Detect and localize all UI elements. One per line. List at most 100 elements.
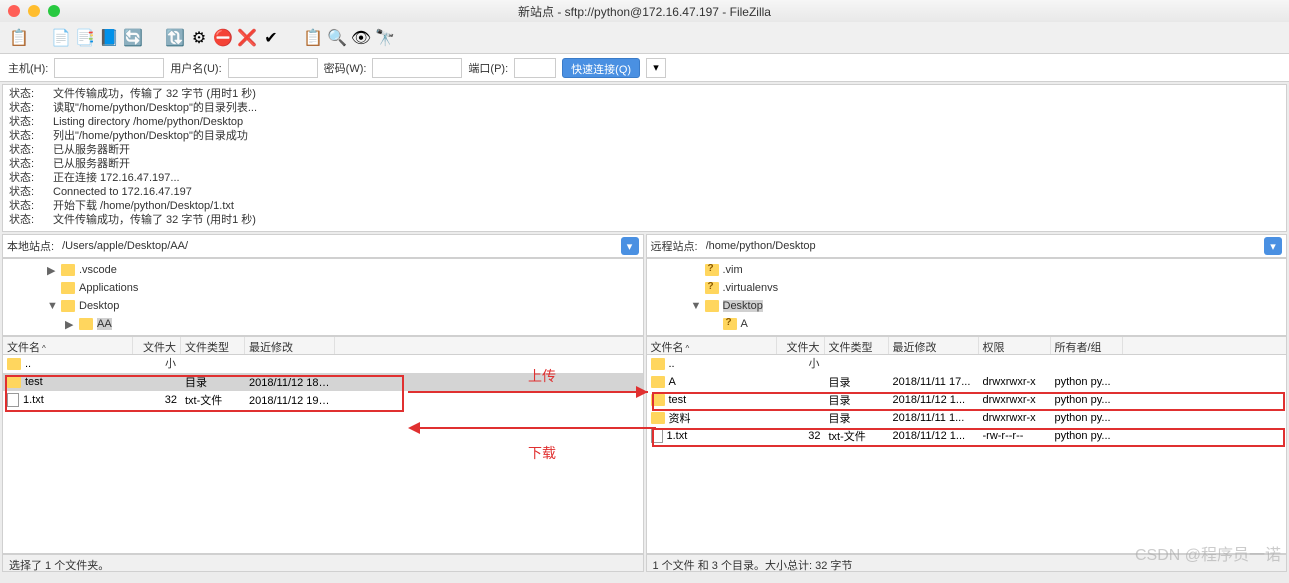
remote-site-label: 远程站点: — [651, 238, 698, 254]
quickconnect-dropdown[interactable]: ▾ — [646, 58, 666, 78]
cancel-icon[interactable]: ⛔ — [212, 27, 234, 49]
col-type[interactable]: 文件类型 — [181, 337, 245, 354]
folder-icon — [61, 264, 75, 276]
folder-icon — [723, 318, 737, 330]
port-input[interactable] — [514, 58, 556, 78]
download-label: 下载 — [528, 443, 556, 463]
folder-icon — [651, 394, 665, 406]
remote-file-list: 文件名^ 文件大小 文件类型 最近修改 权限 所有者/组 ..A目录2018/1… — [646, 336, 1288, 554]
col-name[interactable]: 文件名^ — [647, 337, 777, 354]
upload-label: 上传 — [528, 366, 556, 386]
log-line: 状态:文件传输成功，传输了 32 字节 (用时1 秒) — [9, 213, 1280, 227]
col-mod[interactable]: 最近修改 — [245, 337, 335, 354]
filter-icon[interactable]: 📋 — [302, 27, 324, 49]
quickconnect-bar: 主机(H): 用户名(U): 密码(W): 端口(P): 快速连接(Q) ▾ — [0, 54, 1289, 82]
pass-input[interactable] — [372, 58, 462, 78]
log-line: 状态:Connected to 172.16.47.197 — [9, 185, 1280, 199]
list-item[interactable]: test目录2018/11/12 1...drwxrwxr-xpython py… — [647, 391, 1287, 409]
toolbar-icon-3[interactable]: 📘 — [98, 27, 120, 49]
tree-item[interactable]: Applications — [7, 279, 639, 297]
folder-icon — [61, 300, 75, 312]
pass-label: 密码(W): — [324, 60, 367, 76]
host-label: 主机(H): — [8, 60, 48, 76]
remote-list-header: 文件名^ 文件大小 文件类型 最近修改 权限 所有者/组 — [647, 337, 1287, 355]
reconnect-icon[interactable]: ✔ — [260, 27, 282, 49]
log-line: 状态:已从服务器断开 — [9, 143, 1280, 157]
folder-icon — [61, 282, 75, 294]
list-item[interactable]: A目录2018/11/11 17...drwxrwxr-xpython py..… — [647, 373, 1287, 391]
minimize-button[interactable] — [28, 5, 40, 17]
list-item[interactable]: 1.txt32txt-文件2018/11/12 19时... — [3, 391, 643, 409]
host-input[interactable] — [54, 58, 164, 78]
window-titlebar: 新站点 - sftp://python@172.16.47.197 - File… — [0, 0, 1289, 22]
maximize-button[interactable] — [48, 5, 60, 17]
col-type[interactable]: 文件类型 — [825, 337, 889, 354]
search-icon[interactable]: 🔍 — [326, 27, 348, 49]
folder-icon — [705, 282, 719, 294]
file-icon — [651, 429, 663, 443]
folder-icon — [705, 264, 719, 276]
local-site-box: 本地站点: ▾ — [2, 234, 644, 258]
user-input[interactable] — [228, 58, 318, 78]
window-title: 新站点 - sftp://python@172.16.47.197 - File… — [518, 3, 771, 20]
compare-icon[interactable]: 👁 — [350, 27, 372, 49]
remote-list-body[interactable]: ..A目录2018/11/11 17...drwxrwxr-xpython py… — [647, 355, 1287, 553]
folder-icon — [7, 376, 21, 388]
toolbar-icon-2[interactable]: 📑 — [74, 27, 96, 49]
local-status: 选择了 1 个文件夹。 — [2, 554, 644, 572]
tree-item[interactable]: ▼Desktop — [7, 297, 639, 315]
log-line: 状态:文件传输成功，传输了 32 字节 (用时1 秒) — [9, 87, 1280, 101]
sync-icon[interactable]: 🔭 — [374, 27, 396, 49]
folder-icon — [79, 318, 93, 330]
remote-site-dropdown[interactable]: ▾ — [1264, 237, 1282, 255]
list-item[interactable]: 1.txt32txt-文件2018/11/12 1...-rw-r--r--py… — [647, 427, 1287, 445]
col-size[interactable]: 文件大小 — [133, 337, 181, 354]
user-label: 用户名(U): — [170, 60, 221, 76]
local-list-header: 文件名^ 文件大小 文件类型 最近修改 — [3, 337, 643, 355]
folder-icon — [651, 358, 665, 370]
log-line: 状态:列出"/home/python/Desktop"的目录成功 — [9, 129, 1280, 143]
folder-icon — [7, 358, 21, 370]
tree-item[interactable]: ▶AA — [7, 315, 639, 333]
site-manager-icon[interactable]: 📋 — [8, 27, 30, 49]
folder-icon — [651, 412, 665, 424]
local-site-label: 本地站点: — [7, 238, 54, 254]
port-label: 端口(P): — [468, 60, 508, 76]
tree-item[interactable]: .vim — [651, 261, 1283, 279]
file-icon — [7, 393, 19, 407]
log-line: 状态:已从服务器断开 — [9, 157, 1280, 171]
toolbar-icon-4[interactable]: 🔄 — [122, 27, 144, 49]
toolbar-icon-1[interactable]: 📄 — [50, 27, 72, 49]
list-item[interactable]: .. — [647, 355, 1287, 373]
quickconnect-button[interactable]: 快速连接(Q) — [562, 58, 640, 78]
local-tree[interactable]: ▶.vscodeApplications▼Desktop▶AA — [2, 258, 644, 336]
disconnect-icon[interactable]: ❌ — [236, 27, 258, 49]
tree-item[interactable]: .virtualenvs — [651, 279, 1283, 297]
col-mod[interactable]: 最近修改 — [889, 337, 979, 354]
tree-item[interactable]: ▼Desktop — [651, 297, 1283, 315]
log-line: 状态:读取"/home/python/Desktop"的目录列表... — [9, 101, 1280, 115]
tree-item[interactable]: A — [651, 315, 1283, 333]
log-pane[interactable]: 状态:文件传输成功，传输了 32 字节 (用时1 秒)状态:读取"/home/p… — [2, 84, 1287, 232]
folder-icon — [651, 376, 665, 388]
remote-site-box: 远程站点: ▾ — [646, 234, 1288, 258]
list-item[interactable]: 资料目录2018/11/11 1...drwxrwxr-xpython py..… — [647, 409, 1287, 427]
folder-icon — [705, 300, 719, 312]
local-site-input[interactable] — [58, 240, 616, 252]
col-name[interactable]: 文件名^ — [3, 337, 133, 354]
refresh-icon[interactable]: 🔃 — [164, 27, 186, 49]
toolbar-icon-6[interactable]: ⚙ — [188, 27, 210, 49]
col-size[interactable]: 文件大小 — [777, 337, 825, 354]
log-line: 状态:正在连接 172.16.47.197... — [9, 171, 1280, 185]
remote-site-input[interactable] — [702, 240, 1260, 252]
remote-tree[interactable]: .vim.virtualenvs▼DesktopA — [646, 258, 1288, 336]
traffic-lights — [8, 5, 60, 17]
local-site-dropdown[interactable]: ▾ — [621, 237, 639, 255]
toolbar: 📋 📄 📑 📘 🔄 🔃 ⚙ ⛔ ❌ ✔ 📋 🔍 👁 🔭 — [0, 22, 1289, 54]
tree-item[interactable]: ▶.vscode — [7, 261, 639, 279]
col-owner[interactable]: 所有者/组 — [1051, 337, 1123, 354]
log-line: 状态:开始下载 /home/python/Desktop/1.txt — [9, 199, 1280, 213]
watermark: CSDN @程序员一诺 — [1135, 541, 1281, 565]
close-button[interactable] — [8, 5, 20, 17]
col-perm[interactable]: 权限 — [979, 337, 1051, 354]
